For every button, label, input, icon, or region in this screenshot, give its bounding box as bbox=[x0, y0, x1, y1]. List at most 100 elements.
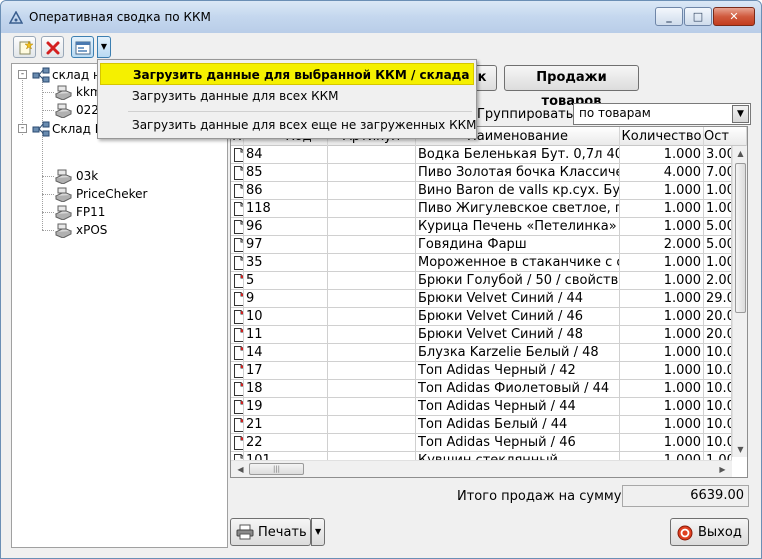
printer-icon bbox=[236, 524, 254, 540]
cell-name: Брюки Velvet Синий / 44 bbox=[416, 290, 620, 308]
cell-qty: 1.000 bbox=[620, 434, 704, 452]
scroll-up-icon[interactable]: ▲ bbox=[733, 146, 747, 161]
table-row[interactable]: 5 Брюки Голубой / 50 / свойство 2 1.000 2.0… bbox=[231, 272, 747, 290]
table-row[interactable]: 18 Топ Adidas Фиолетовый / 441.00010.00 bbox=[231, 380, 747, 398]
cash-register-icon bbox=[54, 187, 72, 202]
row-document-cell bbox=[231, 326, 244, 344]
print-button[interactable]: Печать bbox=[230, 518, 311, 546]
tree-node-label: склад н bbox=[52, 68, 101, 82]
group-by-label: Группировать bbox=[477, 107, 574, 122]
row-document-cell bbox=[231, 164, 244, 182]
cell-article bbox=[328, 344, 416, 362]
table-row[interactable]: 21 Топ Adidas Белый / 441.00010.00 bbox=[231, 416, 747, 434]
cell-article bbox=[328, 308, 416, 326]
window-title: Оперативная сводка по ККМ bbox=[29, 10, 211, 24]
document-icon bbox=[234, 202, 243, 216]
cell-code: 18 bbox=[244, 380, 328, 398]
load-data-button[interactable] bbox=[71, 36, 94, 58]
chevron-down-icon: ▼ bbox=[315, 527, 322, 536]
tree-node-label: FP11 bbox=[76, 205, 106, 219]
document-icon bbox=[234, 256, 243, 270]
load-data-dropdown[interactable]: ▼ bbox=[97, 36, 111, 58]
maximize-icon: □ bbox=[692, 10, 704, 23]
tree-connector bbox=[42, 110, 54, 111]
cell-name: Брюки Velvet Синий / 48 bbox=[416, 326, 620, 344]
vertical-scroll-thumb[interactable] bbox=[735, 163, 746, 313]
cell-rest: 3.00 bbox=[704, 146, 732, 164]
header-rest[interactable]: Ост bbox=[704, 127, 747, 146]
delete-icon bbox=[46, 41, 60, 55]
horizontal-scroll-thumb[interactable]: ||| bbox=[249, 463, 304, 475]
menu-item-load-selected[interactable]: Загрузить данные для выбранной ККМ / скл… bbox=[100, 63, 474, 85]
horizontal-scrollbar[interactable]: ◀ ||| ▶ bbox=[231, 460, 732, 477]
close-button[interactable]: ✕ bbox=[713, 7, 755, 26]
scroll-left-icon[interactable]: ◀ bbox=[233, 462, 248, 477]
tree-node-kkm[interactable]: PriceCheker bbox=[54, 185, 214, 203]
table-row[interactable]: 17 Топ Adidas Черный / 421.00010.00 bbox=[231, 362, 747, 380]
collapse-icon[interactable]: - bbox=[18, 124, 27, 133]
collapse-icon[interactable]: - bbox=[18, 70, 27, 79]
cell-rest: 5.00 bbox=[704, 218, 732, 236]
minimize-button[interactable]: _ bbox=[655, 7, 683, 26]
table-row[interactable]: 11 Брюки Velvet Синий / 481.00020.00 bbox=[231, 326, 747, 344]
row-document-cell bbox=[231, 344, 244, 362]
table-row[interactable]: 118 Пиво Жигулевское светлое, паст1.0001.… bbox=[231, 200, 747, 218]
table-row[interactable]: 10 Брюки Velvet Синий / 461.00020.00 bbox=[231, 308, 747, 326]
menu-item-load-all[interactable]: Загрузить данные для всех ККМ bbox=[100, 85, 474, 107]
cell-name: Топ Adidas Черный / 42 bbox=[416, 362, 620, 380]
table-row[interactable]: 9 Брюки Velvet Синий / 441.00029.00 bbox=[231, 290, 747, 308]
cell-rest: 1.00 bbox=[704, 254, 732, 272]
cell-rest: 10.00 bbox=[704, 416, 732, 434]
sales-grid[interactable]: П Код Артикул Наименование Количество Ос… bbox=[230, 126, 748, 478]
header-qty[interactable]: Количество bbox=[620, 127, 704, 146]
scroll-right-icon[interactable]: ▶ bbox=[715, 462, 730, 477]
row-document-cell bbox=[231, 434, 244, 452]
cell-name: Мороженное в стаканчике с сир bbox=[416, 254, 620, 272]
table-row[interactable]: 14 Блузка Karzelie Белый / 481.00010.00 bbox=[231, 344, 747, 362]
cell-name: Брюки Velvet Синий / 46 bbox=[416, 308, 620, 326]
document-red-icon bbox=[234, 292, 243, 306]
cell-name: Пиво Жигулевское светлое, паст bbox=[416, 200, 620, 218]
cell-article bbox=[328, 200, 416, 218]
maximize-button[interactable]: □ bbox=[684, 7, 712, 26]
table-row[interactable]: 22 Топ Adidas Черный / 461.00010.00 bbox=[231, 434, 747, 452]
cell-qty: 2.000 bbox=[620, 236, 704, 254]
row-document-cell bbox=[231, 362, 244, 380]
group-by-select[interactable]: по товарам ▼ bbox=[573, 103, 751, 125]
menu-item-load-not-loaded[interactable]: Загрузить данные для всех еще не загруже… bbox=[100, 114, 476, 136]
cell-article bbox=[328, 236, 416, 254]
tree-node-kkm[interactable]: 03k bbox=[54, 167, 214, 185]
cell-code: 11 bbox=[244, 326, 328, 344]
new-button[interactable] bbox=[13, 36, 36, 58]
tree-connector bbox=[42, 92, 54, 93]
title-bar[interactable]: Оперативная сводка по ККМ _ □ ✕ bbox=[1, 1, 761, 33]
document-red-icon bbox=[234, 346, 243, 360]
chevron-down-icon[interactable]: ▼ bbox=[732, 105, 749, 123]
print-dropdown[interactable]: ▼ bbox=[311, 518, 325, 546]
table-row[interactable]: 35 Мороженное в стаканчике с сир1.0001.00 bbox=[231, 254, 747, 272]
cash-register-icon bbox=[54, 223, 72, 238]
vertical-scrollbar[interactable]: ▲ ▼ bbox=[732, 146, 747, 457]
cell-code: 9 bbox=[244, 290, 328, 308]
table-row[interactable]: 19 Топ Adidas Черный / 441.00010.00 bbox=[231, 398, 747, 416]
tab-sales[interactable]: Продажи товаров bbox=[504, 65, 639, 109]
tree-node-kkm[interactable]: FP11 bbox=[54, 203, 214, 221]
exit-button[interactable]: Выход bbox=[670, 518, 749, 546]
table-row[interactable]: 85 Пиво Золотая бочка Классическ4.0007.00 bbox=[231, 164, 747, 182]
table-row[interactable]: 84 Водка Беленькая Бут. 0,7л 40,0 1.000 3.0… bbox=[231, 146, 747, 164]
table-row[interactable]: 96 Курица Печень «Петелинка»1.0005.00 bbox=[231, 218, 747, 236]
scroll-down-icon[interactable]: ▼ bbox=[733, 442, 747, 457]
cell-article bbox=[328, 182, 416, 200]
tree-node-kkm[interactable]: xPOS bbox=[54, 221, 214, 239]
load-data-menu: Загрузить данные для выбранной ККМ / скл… bbox=[97, 59, 477, 139]
minimize-icon: _ bbox=[666, 10, 672, 23]
cell-code: 86 bbox=[244, 182, 328, 200]
delete-button[interactable] bbox=[41, 36, 64, 58]
row-document-cell bbox=[231, 146, 244, 164]
cell-name: Курица Печень «Петелинка» bbox=[416, 218, 620, 236]
table-row[interactable]: 97 Говядина Фарш2.0005.00 bbox=[231, 236, 747, 254]
cell-qty: 1.000 bbox=[620, 380, 704, 398]
table-row[interactable]: 86 Вино Baron de valls кр.сух. Бут. 1.000 1… bbox=[231, 182, 747, 200]
cell-name: Брюки Голубой / 50 / свойство 2 bbox=[416, 272, 620, 290]
document-red-icon bbox=[234, 274, 243, 288]
